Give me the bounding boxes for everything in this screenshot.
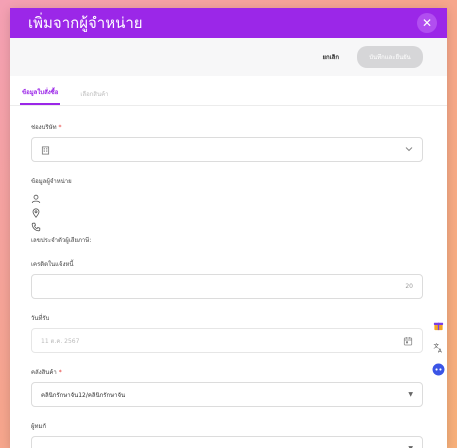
assistant-icon[interactable] bbox=[431, 362, 445, 376]
action-bar: ยกเลิก บันทึกและยืนยัน bbox=[10, 38, 447, 76]
add-from-supplier-modal: เพิ่มจากผู้จำหน่าย ✕ ยกเลิก บันทึกและยืน… bbox=[10, 8, 447, 448]
caret-down-icon: ▼ bbox=[408, 391, 413, 398]
form-content: ช่องบริษัท * ข้อมูลผู้จำหน่าย เลขประจำตั… bbox=[10, 122, 447, 448]
calendar-icon[interactable] bbox=[403, 331, 413, 350]
modal-header: เพิ่มจากผู้จำหน่าย ✕ bbox=[10, 8, 447, 38]
building-icon bbox=[41, 140, 50, 159]
warehouse-label-text: คลังสินค้า bbox=[31, 369, 57, 376]
phone-row bbox=[31, 219, 423, 233]
credit-days-label: เครดิตในแจ้งหนี้ bbox=[31, 261, 74, 268]
cancel-button[interactable]: ยกเลิก bbox=[322, 52, 339, 62]
company-label-text: ช่องบริษัท bbox=[31, 124, 57, 131]
required-mark: * bbox=[58, 369, 62, 376]
receive-date-input[interactable]: 11 ต.ค. 2567 bbox=[31, 328, 423, 353]
issuer-select[interactable]: ▼ bbox=[31, 436, 423, 448]
company-select[interactable] bbox=[31, 137, 423, 162]
tax-id-label: เลขประจำตัวผู้เสียภาษี: bbox=[31, 237, 92, 244]
gift-icon[interactable] bbox=[431, 318, 445, 332]
contact-person-row bbox=[31, 191, 423, 205]
tab-select-products[interactable]: เลือกสินค้า bbox=[78, 89, 110, 105]
svg-text:A: A bbox=[438, 348, 442, 352]
close-button[interactable]: ✕ bbox=[417, 13, 437, 33]
warehouse-select[interactable]: คลินิกรักษาจัน12/คลินิกรักษาจัน ▼ bbox=[31, 382, 423, 407]
chevron-down-icon bbox=[405, 145, 413, 154]
tab-bar: ข้อมูลใบสั่งซื้อ เลือกสินค้า bbox=[10, 84, 447, 106]
credit-days-input[interactable]: 20 bbox=[31, 274, 423, 299]
receive-date-label: วันที่รับ bbox=[31, 315, 50, 322]
warehouse-value: คลินิกรักษาจัน12/คลินิกรักษาจัน bbox=[41, 391, 126, 399]
supplier-info-label: ข้อมูลผู้จำหน่าย bbox=[31, 178, 72, 185]
company-label: ช่องบริษัท * bbox=[31, 122, 423, 132]
credit-days-value: 20 bbox=[405, 283, 413, 290]
tax-id-row: เลขประจำตัวผู้เสียภาษี: bbox=[31, 233, 423, 247]
save-confirm-button[interactable]: บันทึกและยืนยัน bbox=[357, 46, 423, 68]
side-floating-icons: 文A bbox=[429, 318, 447, 376]
phone-icon bbox=[31, 217, 41, 236]
address-row bbox=[31, 205, 423, 219]
modal-title: เพิ่มจากผู้จำหน่าย bbox=[28, 14, 143, 32]
issuer-label: ผู้ทมกั bbox=[31, 423, 47, 430]
close-icon: ✕ bbox=[421, 16, 433, 30]
receive-date-value: 11 ต.ค. 2567 bbox=[41, 337, 80, 345]
required-mark: * bbox=[58, 124, 62, 131]
translate-icon[interactable]: 文A bbox=[431, 340, 445, 354]
tab-order-info[interactable]: ข้อมูลใบสั่งซื้อ bbox=[20, 87, 61, 105]
warehouse-label: คลังสินค้า * bbox=[31, 367, 423, 377]
